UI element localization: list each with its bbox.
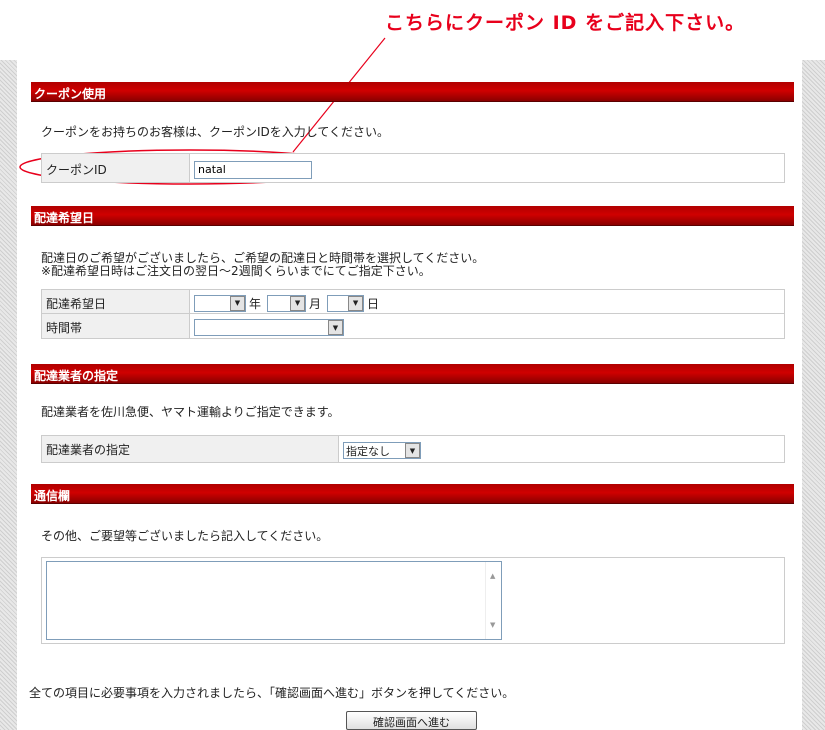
delivery-date-section-header: 配達希望日: [31, 206, 794, 226]
instruction-annotation: こちらにクーポン ID をご記入下さい。: [385, 12, 746, 34]
confirm-button[interactable]: 確認画面へ進む: [346, 711, 477, 730]
chevron-down-icon: ▼: [405, 443, 420, 458]
year-suffix: 年: [249, 296, 262, 311]
day-select[interactable]: ▼: [327, 294, 365, 312]
carrier-description: 配達業者を佐川急便、ヤマト運輸よりご指定できます。: [41, 405, 340, 419]
chevron-down-icon: ▼: [230, 295, 245, 311]
day-suffix: 日: [367, 296, 380, 311]
coupon-form: クーポンID: [41, 153, 785, 183]
scroll-down-icon: ▼: [490, 621, 496, 629]
delivery-date-form: 配達希望日 ▼ 年 ▼ 月 ▼ 日 時間帯 ▼: [41, 289, 785, 339]
delivery-date-label: 配達希望日: [42, 290, 190, 313]
footer-instruction: 全ての項目に必要事項を入力されましたら、「確認画面へ進む」ボタンを押してください…: [29, 686, 515, 700]
message-description: その他、ご要望等ございましたら記入してください。: [41, 529, 329, 543]
month-suffix: 月: [309, 296, 322, 311]
message-textarea[interactable]: ▲ ▼: [46, 561, 502, 640]
coupon-id-input[interactable]: [194, 160, 312, 179]
carrier-select[interactable]: 指定なし ▼: [343, 442, 421, 459]
carrier-label: 配達業者の指定: [42, 436, 339, 462]
year-select[interactable]: ▼: [194, 294, 246, 312]
textarea-scrollbar[interactable]: ▲ ▼: [485, 562, 501, 639]
carrier-selected-value: 指定なし: [346, 444, 390, 458]
time-slot-label: 時間帯: [42, 314, 190, 338]
carrier-section-header: 配達業者の指定: [31, 364, 794, 384]
message-section-header: 通信欄: [31, 484, 794, 504]
chevron-down-icon: ▼: [290, 295, 306, 311]
message-box: ▲ ▼: [41, 557, 785, 644]
scroll-up-icon: ▲: [490, 572, 496, 580]
left-border-pattern: [0, 60, 17, 730]
coupon-section-header: クーポン使用: [31, 82, 794, 102]
right-border-pattern: [802, 60, 825, 730]
coupon-description: クーポンをお持ちのお客様は、クーポンIDを入力してください。: [41, 125, 390, 139]
month-select[interactable]: ▼: [267, 294, 307, 312]
coupon-id-label: クーポンID: [42, 154, 190, 182]
time-slot-select[interactable]: ▼: [194, 319, 344, 336]
carrier-form: 配達業者の指定 指定なし ▼: [41, 435, 785, 463]
chevron-down-icon: ▼: [328, 320, 343, 335]
chevron-down-icon: ▼: [348, 295, 364, 311]
delivery-date-description-2: ※配達希望日時はご注文日の翌日〜2週間くらいまでにてご指定下さい。: [41, 264, 431, 278]
